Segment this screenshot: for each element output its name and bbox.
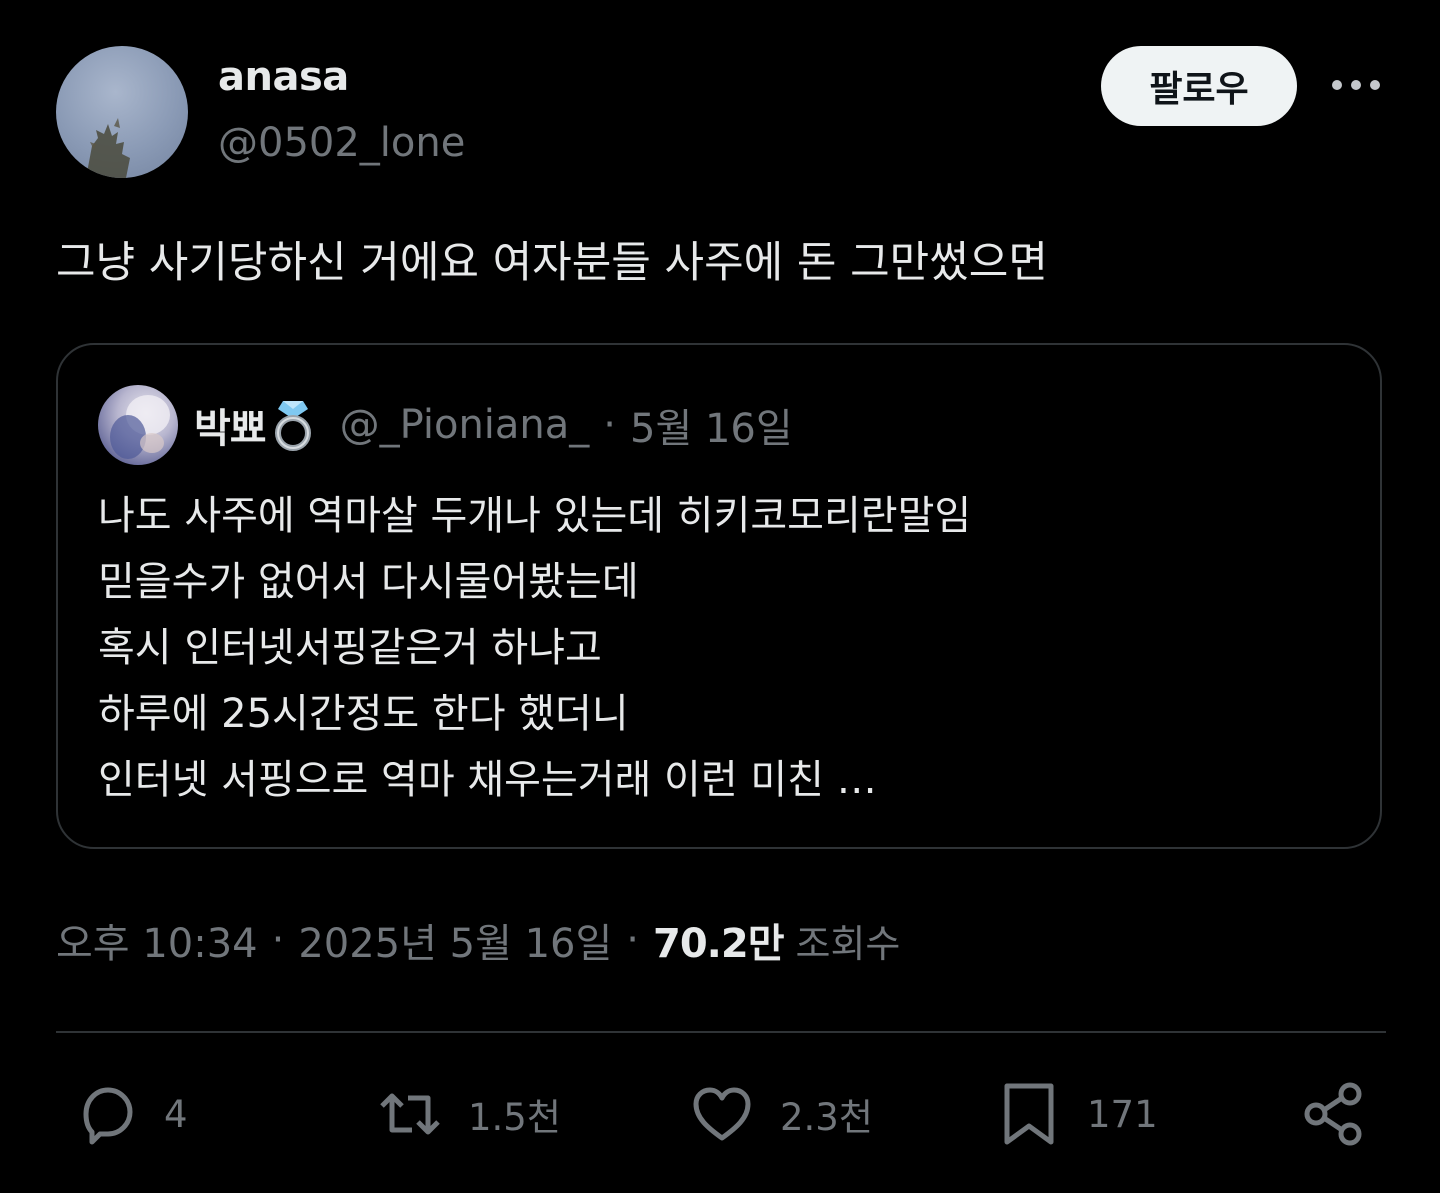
more-options-icon[interactable]	[1326, 70, 1386, 100]
quoted-author-avatar	[98, 385, 178, 465]
share-icon	[1304, 1082, 1362, 1146]
reply-button[interactable]: 4	[72, 1078, 188, 1150]
ring-icon	[270, 397, 316, 453]
quoted-tweet-card[interactable]: 박뾰 @_Pioniana_ · 5월 16일 나도 사주에 역마살 두개나 있…	[56, 343, 1382, 849]
follow-button[interactable]: 팔로우	[1101, 46, 1297, 126]
view-label: 조회수	[795, 921, 901, 966]
tweet-date[interactable]: 2025년 5월 16일	[298, 911, 612, 969]
divider	[56, 1031, 1386, 1033]
avatar-tree-image	[86, 118, 130, 178]
quoted-date[interactable]: 5월 16일	[630, 396, 793, 454]
view-count[interactable]: 70.2만	[653, 911, 784, 969]
quoted-text-line: 하루에 25시간정도 한다 했더니	[98, 691, 629, 737]
retweet-count: 1.5천	[468, 1096, 561, 1139]
quoted-author-handle[interactable]: @_Pioniana_	[340, 402, 590, 448]
bookmark-button[interactable]: 171	[995, 1078, 1158, 1150]
tweet-time[interactable]: 오후 10:34	[56, 911, 258, 969]
quoted-separator: ·	[603, 402, 616, 448]
share-button[interactable]	[1300, 1078, 1368, 1150]
reply-icon	[83, 1087, 133, 1145]
reply-count: 4	[164, 1092, 188, 1136]
retweet-icon	[380, 1093, 440, 1135]
bookmark-icon	[1004, 1083, 1054, 1145]
bookmark-count: 171	[1087, 1092, 1158, 1136]
quoted-tweet-header: 박뾰 @_Pioniana_ · 5월 16일	[194, 397, 793, 453]
quoted-text-line: 나도 사주에 역마살 두개나 있는데 히키코모리란말임	[98, 493, 972, 539]
meta-separator: ·	[271, 917, 285, 963]
quoted-text-line: 믿을수가 없어서 다시물어봤는데	[98, 559, 639, 605]
author-display-name[interactable]: anasa	[218, 54, 349, 100]
quoted-author-name[interactable]: 박뾰	[194, 396, 267, 454]
quoted-text-line: 인터넷 서핑으로 역마 채우는거래 이런 미친 …	[98, 757, 877, 803]
like-button[interactable]: 2.3천	[688, 1078, 873, 1150]
author-avatar[interactable]	[56, 46, 188, 178]
quoted-text-line: 혹시 인터넷서핑같은거 하냐고	[98, 625, 602, 671]
retweet-button[interactable]: 1.5천	[376, 1078, 561, 1150]
tweet-meta: 오후 10:34 · 2025년 5월 16일 · 70.2만 조회수	[56, 912, 900, 968]
meta-separator: ·	[626, 917, 640, 963]
tweet-text: 그냥 사기당하신 거에요 여자분들 사주에 돈 그만썼으면	[56, 238, 1048, 288]
author-handle[interactable]: @0502_lone	[218, 120, 465, 166]
like-count: 2.3천	[780, 1096, 873, 1139]
quoted-tweet-text: 나도 사주에 역마살 두개나 있는데 히키코모리란말임 믿을수가 없어서 다시물…	[98, 483, 971, 813]
heart-icon	[693, 1087, 751, 1141]
